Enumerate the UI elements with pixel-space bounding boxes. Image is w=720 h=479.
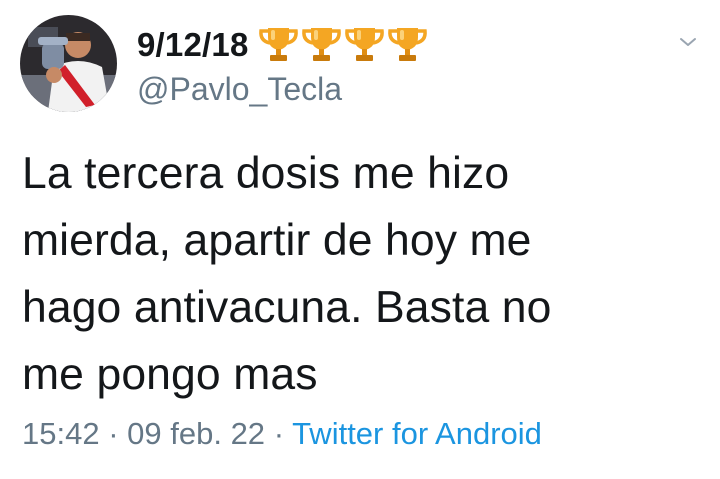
meta-separator: ·	[273, 416, 285, 451]
chevron-down-icon[interactable]	[678, 35, 698, 49]
display-name[interactable]: 9/12/18	[137, 28, 249, 61]
tweet-card: 9/12/18 @Pavlo_Tecla La tercera dosis me…	[0, 0, 720, 479]
profile-photo	[20, 15, 117, 112]
tweet-text: La tercera dosis me hizo mierda, apartir…	[22, 149, 552, 399]
trophy-icon	[344, 28, 384, 61]
display-name-row[interactable]: 9/12/18	[137, 22, 429, 66]
user-handle[interactable]: @Pavlo_Tecla	[137, 73, 342, 105]
meta-separator: ·	[108, 416, 119, 451]
trophy-icon	[258, 28, 298, 61]
tweet-date[interactable]: 09 feb. 22	[127, 416, 265, 451]
trophy-icon	[387, 28, 427, 61]
display-name-emoji	[257, 24, 429, 64]
tweet-source-link[interactable]: Twitter for Android	[292, 416, 542, 451]
avatar[interactable]	[20, 15, 117, 112]
tweet-time[interactable]: 15:42	[22, 416, 100, 451]
tweet-meta: 15:42 · 09 feb. 22 · Twitter for Android	[22, 418, 542, 449]
trophy-icon	[301, 28, 341, 61]
